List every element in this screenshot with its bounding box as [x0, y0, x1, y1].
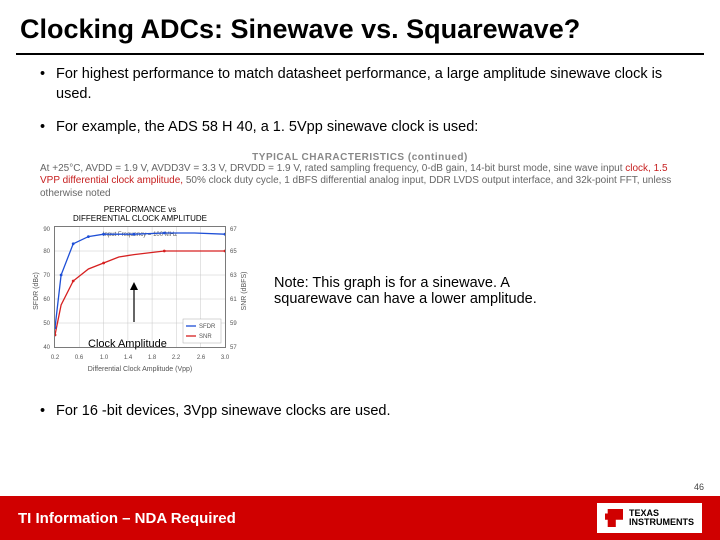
- bullet-list-2: For 16 -bit devices, 3Vpp sinewave clock…: [40, 402, 680, 422]
- slide-body: For highest performance to match datashe…: [0, 55, 720, 138]
- ti-logo-text: TEXAS INSTRUMENTS: [629, 509, 694, 527]
- left-ticks: 40 50 60 70 80 90: [43, 227, 50, 351]
- svg-text:60: 60: [43, 297, 50, 303]
- chart-svg: Input Frequency = 100 MHz: [55, 227, 225, 347]
- svg-text:1.4: 1.4: [124, 355, 133, 361]
- x-axis-label: Differential Clock Amplitude (Vpp): [88, 366, 193, 373]
- legend-snr: SNR: [199, 334, 212, 340]
- chart-plot: Input Frequency = 100 MHz: [54, 226, 226, 348]
- svg-text:1.0: 1.0: [100, 355, 109, 361]
- right-ticks: 57 59 61 63 65 67: [230, 227, 237, 351]
- logo-line2: INSTRUMENTS: [629, 518, 694, 527]
- chart-title: PERFORMANCE vs DIFFERENTIAL CLOCK AMPLIT…: [30, 206, 250, 224]
- svg-text:57: 57: [230, 345, 237, 351]
- arrow-annotation: Clock Amplitude: [88, 338, 167, 350]
- slide: Clocking ADCs: Sinewave vs. Squarewave? …: [0, 0, 720, 540]
- footer-label: TI Information – NDA Required: [18, 510, 236, 527]
- x-ticks: 0.2 0.6 1.0 1.4 1.8 2.2 2.6 3.0: [51, 355, 230, 361]
- svg-text:90: 90: [43, 227, 50, 233]
- bullet-2: For example, the ADS 58 H 40, a 1. 5Vpp …: [40, 118, 680, 138]
- svg-text:0.6: 0.6: [75, 355, 84, 361]
- chart-row: PERFORMANCE vs DIFFERENTIAL CLOCK AMPLIT…: [30, 206, 720, 376]
- arrow-icon: [130, 282, 138, 322]
- svg-text:65: 65: [230, 249, 237, 255]
- bullet-1: For highest performance to match datashe…: [40, 65, 680, 104]
- body-lower: For 16 -bit devices, 3Vpp sinewave clock…: [0, 386, 720, 422]
- slide-title: Clocking ADCs: Sinewave vs. Squarewave?: [0, 0, 720, 49]
- svg-text:67: 67: [230, 227, 237, 233]
- svg-text:0.2: 0.2: [51, 355, 60, 361]
- bullet-list: For highest performance to match datashe…: [40, 65, 680, 138]
- svg-text:40: 40: [43, 345, 50, 351]
- chart-legend: SFDR SNR: [183, 319, 221, 343]
- bullet-3: For 16 -bit devices, 3Vpp sinewave clock…: [40, 402, 680, 422]
- chart-note: Note: This graph is for a sinewave. A sq…: [274, 275, 574, 307]
- svg-text:2.6: 2.6: [197, 355, 206, 361]
- series-sfdr: [55, 233, 225, 328]
- svg-text:2.2: 2.2: [172, 355, 181, 361]
- page-number: 46: [694, 482, 704, 492]
- svg-text:61: 61: [230, 297, 237, 303]
- datasheet-header: TYPICAL CHARACTERISTICS (continued): [40, 152, 680, 163]
- svg-text:50: 50: [43, 321, 50, 327]
- ti-logo: TEXAS INSTRUMENTS: [597, 503, 702, 533]
- footer-bar: TI Information – NDA Required TEXAS INST…: [0, 496, 720, 540]
- svg-text:3.0: 3.0: [221, 355, 230, 361]
- chart-container: PERFORMANCE vs DIFFERENTIAL CLOCK AMPLIT…: [30, 206, 250, 376]
- svg-text:63: 63: [230, 273, 237, 279]
- legend-sfdr: SFDR: [199, 324, 216, 330]
- svg-text:70: 70: [43, 273, 50, 279]
- datasheet-conditions: At +25°C, AVDD = 1.9 V, AVDD3V = 3.3 V, …: [40, 163, 680, 201]
- ti-chip-icon: [605, 509, 623, 527]
- svg-text:1.8: 1.8: [148, 355, 157, 361]
- cond-pre: At +25°C, AVDD = 1.9 V, AVDD3V = 3.3 V, …: [40, 163, 625, 174]
- y-right-label: SNR (dBFS): [241, 271, 248, 310]
- markers-sfdr: [55, 231, 225, 329]
- datasheet-snippet: TYPICAL CHARACTERISTICS (continued) At +…: [40, 152, 680, 201]
- svg-text:80: 80: [43, 249, 50, 255]
- svg-text:59: 59: [230, 321, 237, 327]
- y-left-label: SFDR (dBc): [33, 272, 40, 310]
